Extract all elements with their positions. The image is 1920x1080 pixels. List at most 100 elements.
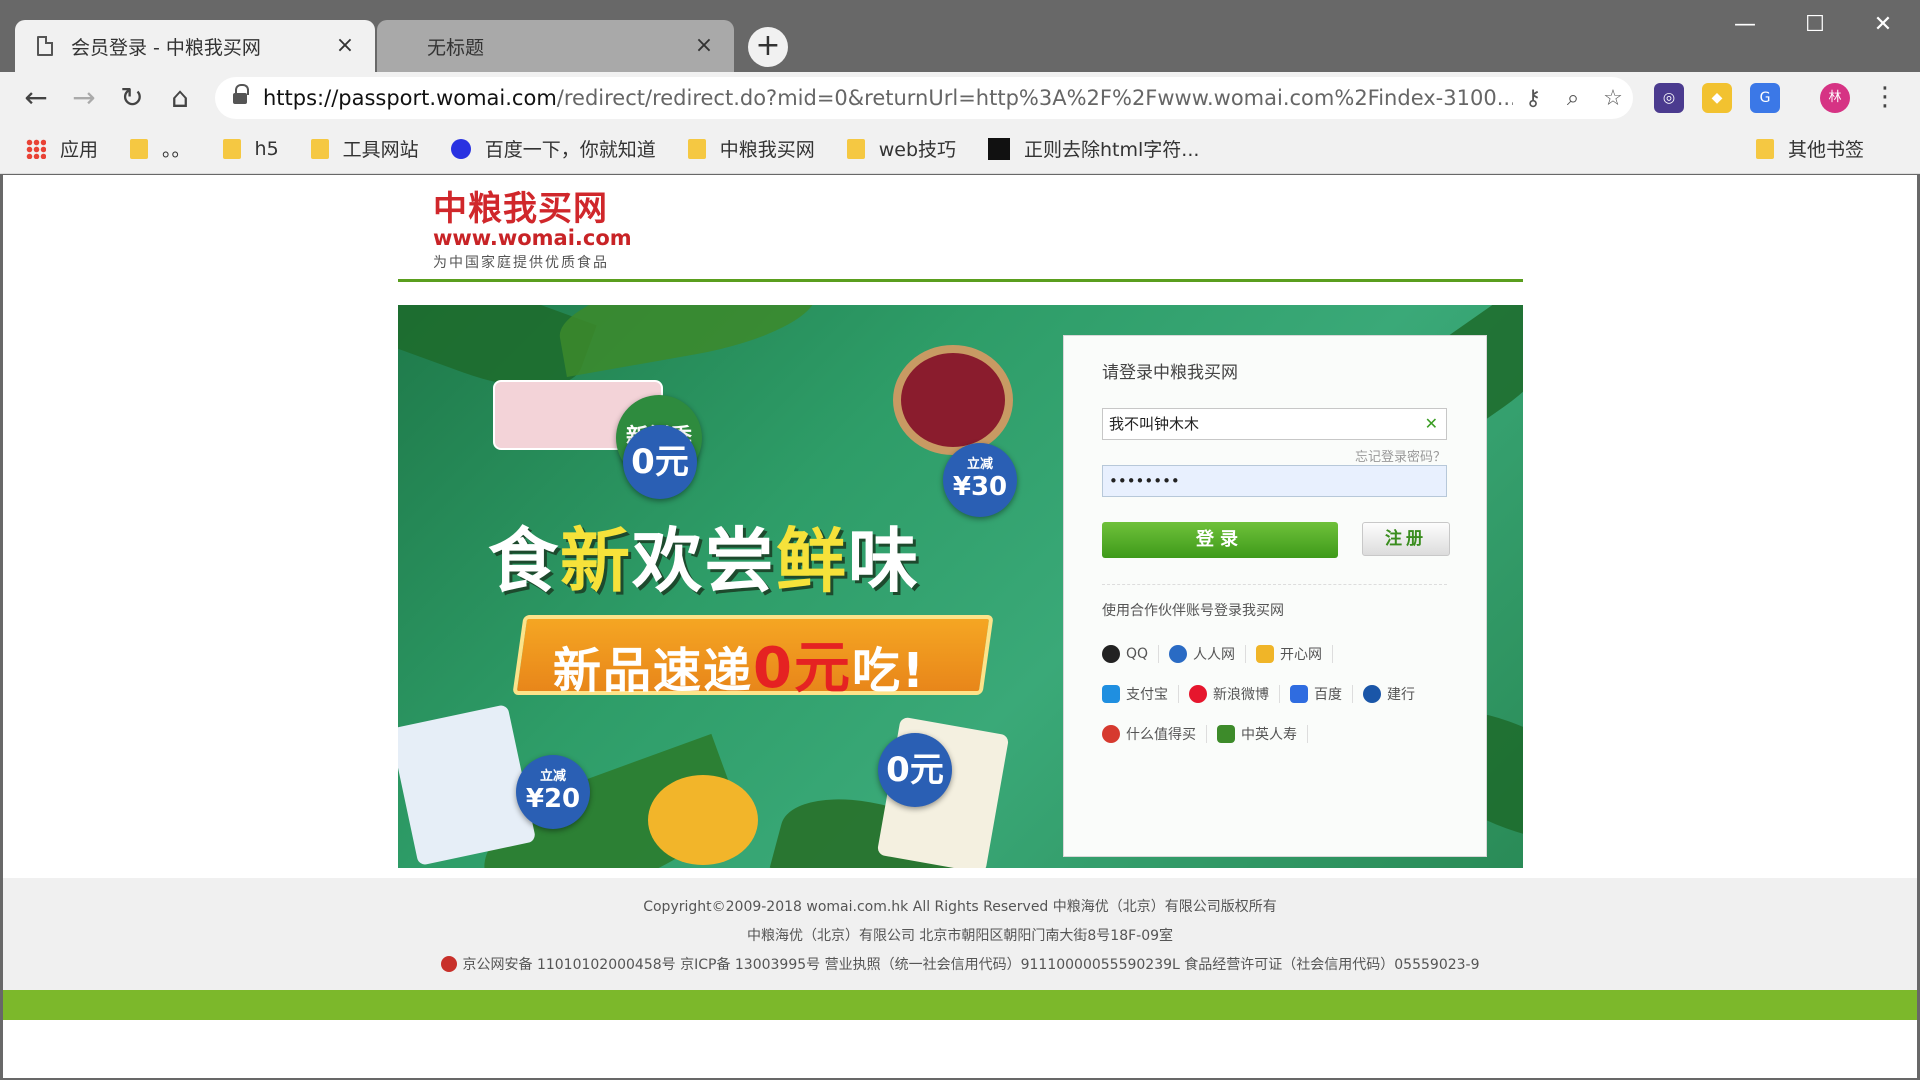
baidu-icon <box>1290 685 1308 703</box>
bookmark-folder[interactable]: h5 <box>222 137 279 160</box>
partner-alipay[interactable]: 支付宝 <box>1102 685 1179 703</box>
tab-title: 无标题 <box>427 36 485 59</box>
promo-banner[interactable]: 新鲜季 0元 立减 ¥30 立减 ¥20 0元 食新欢尝鲜味 新品速递0元吃! <box>398 305 1523 868</box>
weibo-icon <box>1189 685 1207 703</box>
folder-icon <box>687 138 706 159</box>
username-input[interactable]: 我不叫钟木木 ✕ <box>1102 408 1447 440</box>
bookmark-baidu[interactable]: 百度一下，你就知道 <box>450 135 656 162</box>
partner-aviva[interactable]: 中英人寿 <box>1217 725 1308 743</box>
qq-icon <box>1102 645 1120 663</box>
partner-ccb[interactable]: 建行 <box>1363 685 1425 703</box>
bookmark-folder[interactable]: 工具网站 <box>310 135 419 162</box>
forward-button[interactable]: → <box>66 80 102 116</box>
register-button[interactable]: 注册 <box>1362 522 1450 556</box>
smzdm-icon <box>1102 725 1120 743</box>
zero-price-badge: 0元 <box>878 733 952 807</box>
folder-icon <box>310 138 329 159</box>
company-address: 中粮海优（北京）有限公司 北京市朝阳区朝阳门南大街8号18F-09室 <box>746 928 1174 944</box>
logo[interactable]: 中粮我买网 www.womai.com 为中国家庭提供优质食品 <box>433 189 633 279</box>
folder-icon <box>846 138 865 159</box>
leaf-decoration <box>553 305 823 377</box>
url-text: https://passport.womai.com/redirect/redi… <box>263 86 1513 110</box>
avatar[interactable]: 林 <box>1820 83 1850 113</box>
extension-icon[interactable]: ◎ <box>1654 83 1684 113</box>
key-icon[interactable]: ⚷ <box>1513 86 1553 111</box>
bookmark-other[interactable]: 其他书签 <box>1755 135 1864 162</box>
mango-product-image <box>648 775 758 865</box>
ccb-icon <box>1363 685 1381 703</box>
translate-icon[interactable]: G <box>1750 83 1780 113</box>
partner-row: 支付宝 新浪微博 百度 建行 <box>1102 674 1462 714</box>
logo-en: www.womai.com <box>433 226 632 250</box>
toolbar: ← → ↻ ⌂ https://passport.womai.com/redir… <box>0 72 1920 124</box>
new-tab-button[interactable]: + <box>748 27 788 67</box>
apps-icon <box>26 138 46 159</box>
login-panel: 请登录中粮我买网 我不叫钟木木 ✕ 忘记登录密码？ •••••••• 登录 注册… <box>1063 335 1487 857</box>
aviva-icon <box>1217 725 1235 743</box>
bookmarks-bar: 应用 。。 h5 工具网站 百度一下，你就知道 中粮我买网 web技巧 正则去除… <box>0 124 1920 174</box>
bookmark-label: web技巧 <box>878 139 957 161</box>
discount-badge: 立减 ¥20 <box>516 755 590 829</box>
bookmark-label: h5 <box>254 137 279 160</box>
site-icon <box>988 137 1011 160</box>
bookmark-label: 中粮我买网 <box>719 139 815 161</box>
bookmark-apps[interactable]: 应用 <box>26 135 98 162</box>
promo-subtitle: 新品速递0元吃! <box>553 636 926 701</box>
partner-weibo[interactable]: 新浪微博 <box>1189 685 1280 703</box>
tab-login[interactable]: 会员登录 - 中粮我买网 × <box>15 20 375 72</box>
address-bar[interactable]: https://passport.womai.com/redirect/redi… <box>215 77 1633 119</box>
login-title: 请登录中粮我买网 <box>1102 363 1238 383</box>
bookmark-folder[interactable]: 。。 <box>130 135 191 162</box>
partner-smzdm[interactable]: 什么值得买 <box>1102 725 1207 743</box>
password-input[interactable]: •••••••• <box>1102 465 1447 497</box>
forgot-password-link[interactable]: 忘记登录密码？ <box>1355 446 1446 465</box>
folder-icon <box>222 138 241 159</box>
alipay-icon <box>1102 685 1120 703</box>
tab-untitled[interactable]: 无标题 × <box>377 20 734 72</box>
back-button[interactable]: ← <box>18 80 54 116</box>
reload-button[interactable]: ↻ <box>114 80 150 116</box>
home-button[interactable]: ⌂ <box>162 80 198 116</box>
zero-price-badge: 0元 <box>623 425 697 499</box>
logo-cn: 中粮我买网 <box>433 189 608 229</box>
license-info: 京公网安备 11010102000458号 京ICP备 13003995号 营业… <box>3 951 1917 980</box>
header-divider <box>398 279 1523 282</box>
login-button[interactable]: 登录 <box>1102 522 1338 558</box>
clear-icon[interactable]: ✕ <box>1425 409 1438 439</box>
menu-icon[interactable]: ⋮ <box>1872 82 1898 112</box>
tab-strip: 会员登录 - 中粮我买网 × 无标题 × + — ☐ ✕ <box>0 0 1920 72</box>
logo-slogan: 为中国家庭提供优质食品 <box>433 255 609 271</box>
promo-headline: 食新欢尝鲜味 <box>488 520 920 602</box>
username-value: 我不叫钟木木 <box>1109 415 1200 433</box>
close-icon[interactable]: × <box>692 34 716 58</box>
partner-baidu[interactable]: 百度 <box>1290 685 1353 703</box>
meat-product-image <box>893 345 1013 455</box>
bookmark-label: 百度一下，你就知道 <box>484 139 656 161</box>
close-icon[interactable]: × <box>333 34 357 58</box>
partner-row: 什么值得买 中英人寿 <box>1102 714 1462 754</box>
bookmark-folder[interactable]: web技巧 <box>846 135 957 162</box>
partner-renren[interactable]: 人人网 <box>1169 645 1247 663</box>
browser-window: 会员登录 - 中粮我买网 × 无标题 × + — ☐ ✕ ← → ↻ ⌂ htt… <box>0 0 1920 1080</box>
footer-bar <box>3 990 1917 1020</box>
minimize-button[interactable]: — <box>1720 8 1770 42</box>
police-badge-icon <box>440 956 457 972</box>
bookmark-regex[interactable]: 正则去除html字符... <box>988 135 1199 162</box>
star-icon[interactable]: ☆ <box>1593 86 1633 111</box>
tab-title: 会员登录 - 中粮我买网 <box>71 36 261 59</box>
window-close-button[interactable]: ✕ <box>1858 8 1908 42</box>
document-icon <box>37 36 53 56</box>
bookmark-folder[interactable]: 中粮我买网 <box>687 135 815 162</box>
zoom-icon[interactable]: ⌕ <box>1553 86 1593 111</box>
baidu-icon <box>450 138 471 159</box>
footer: Copyright©2009-2018 womai.com.hk All Rig… <box>3 878 1917 990</box>
extension-icon[interactable]: ◆ <box>1702 83 1732 113</box>
partner-qq[interactable]: QQ <box>1102 645 1160 663</box>
partner-kaixin[interactable]: 开心网 <box>1256 645 1334 663</box>
divider <box>1102 584 1447 585</box>
partner-login-list: QQ 人人网 开心网 支付宝 新浪微博 百度 建行 什么值得买 中英人寿 <box>1102 634 1462 754</box>
maximize-button[interactable]: ☐ <box>1790 8 1840 42</box>
page-content: 中粮我买网 www.womai.com 为中国家庭提供优质食品 新鲜季 0 <box>3 175 1917 1078</box>
lock-icon <box>233 84 249 106</box>
bookmark-label: 应用 <box>60 139 99 161</box>
